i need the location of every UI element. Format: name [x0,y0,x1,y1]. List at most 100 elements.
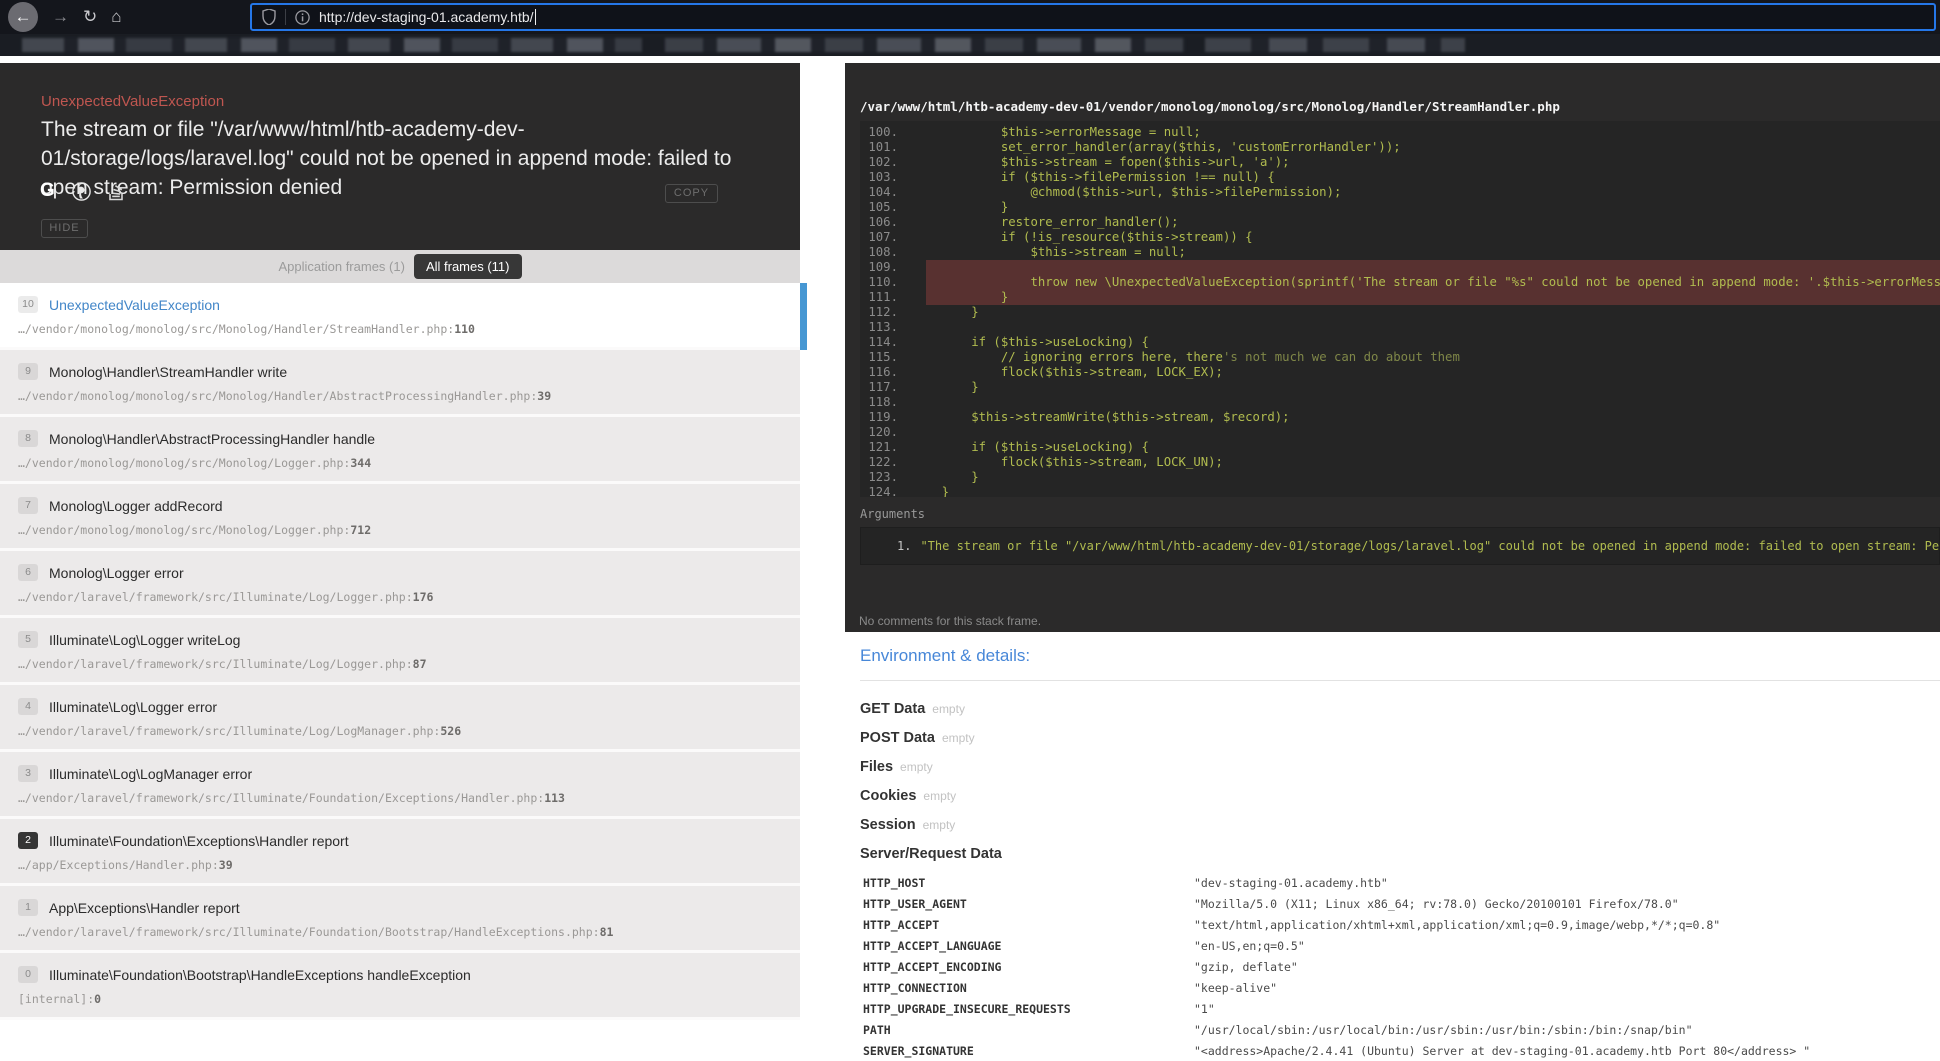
code-line: 103. if ($this->filePermission !== null)… [860,170,1940,185]
blurred-bookmarks [665,38,1185,52]
environment-row-empty: empty [942,731,975,745]
frame-number-badge: 9 [18,363,38,380]
frame-title: App\Exceptions\Handler report [49,900,240,916]
exception-class: UnexpectedValueException [41,93,224,110]
frame-number-badge: 1 [18,899,38,916]
frame-line-number: 81 [600,925,614,939]
frame-number-badge: 10 [18,296,38,313]
code-line: 114. if ($this->useLocking) { [860,335,1940,350]
stack-frame-row[interactable]: 9 Monolog\Handler\StreamHandler write …/… [0,350,800,417]
tab-all-frames[interactable]: All frames (11) [414,254,522,279]
home-button[interactable]: ⌂ [111,7,121,27]
code-line: 113. [860,320,1940,335]
tab-application-frames[interactable]: Application frames (1) [278,259,404,274]
frame-path-text: …/vendor/monolog/monolog/src/Monolog/Han… [18,389,537,403]
url-input[interactable]: http://dev-staging-01.academy.htb/ [319,9,534,25]
site-info-icon[interactable] [295,10,310,25]
browser-toolbar: ← → ↻ ⌂ http://dev-staging-01.academy.ht… [0,0,1940,34]
code-line: 111. } [860,290,1940,305]
server-data-value: "dev-staging-01.academy.htb" [1194,876,1388,890]
server-data-row: HTTP_ACCEPT_LANGUAGE "en-US,en;q=0.5" [860,935,1940,956]
environment-row-label: Session [860,817,916,833]
frame-file-path: …/vendor/laravel/framework/src/Illuminat… [18,590,782,604]
line-number: 104. [860,185,912,200]
frame-path-text: …/vendor/laravel/framework/src/Illuminat… [18,925,600,939]
code-line: 123. } [860,470,1940,485]
frame-line-number: 87 [413,657,427,671]
environment-details-link[interactable]: Environment & details: [860,646,1030,666]
code-line: 109. [860,260,1940,275]
line-number: 103. [860,170,912,185]
server-data-value: "en-US,en;q=0.5" [1194,939,1305,953]
whoops-error-page: UnexpectedValueException The stream or f… [0,56,1940,1056]
code-line: 116. flock($this->stream, LOCK_EX); [860,365,1940,380]
server-data-key: HTTP_HOST [860,876,1194,890]
frames-tab-bar: Application frames (1) All frames (11) [0,250,800,283]
source-file-path: /var/www/html/htb-academy-dev-01/vendor/… [860,99,1560,114]
stack-frame-row[interactable]: 8 Monolog\Handler\AbstractProcessingHand… [0,417,800,484]
stack-frame-row[interactable]: 10 UnexpectedValueException …/vendor/mon… [0,283,800,350]
code-line: 107. if (!is_resource($this->stream)) { [860,230,1940,245]
server-data-key: HTTP_ACCEPT_ENCODING [860,960,1194,974]
shield-icon[interactable] [262,9,276,25]
frame-title: UnexpectedValueException [49,297,220,313]
duckduckgo-search-icon[interactable] [72,182,91,201]
divider [860,680,1940,681]
reload-button[interactable]: ↻ [83,7,97,27]
back-icon: ← [15,7,32,27]
code-line: 106. restore_error_handler(); [860,215,1940,230]
stack-frame-row[interactable]: 4 Illuminate\Log\Logger error …/vendor/l… [0,685,800,752]
stack-frame-row[interactable]: 5 Illuminate\Log\Logger writeLog …/vendo… [0,618,800,685]
stack-frame-row[interactable]: 1 App\Exceptions\Handler report …/vendor… [0,886,800,953]
server-data-value: "text/html,application/xhtml+xml,applica… [1194,918,1720,932]
frame-title: Illuminate\Log\Logger error [49,699,217,715]
code-viewer[interactable]: 100. $this->errorMessage = null; 101. se… [860,121,1940,497]
stack-frame-row[interactable]: 2 Illuminate\Foundation\Exceptions\Handl… [0,819,800,886]
frame-path-text: …/vendor/laravel/framework/src/Illuminat… [18,657,413,671]
code-line: 115. // ignoring errors here, there's no… [860,350,1940,365]
frame-line-number: 344 [350,456,371,470]
line-number: 124. [860,485,912,497]
line-code: if (!is_resource($this->stream)) { [912,230,1253,245]
environment-list: GET Data empty POST Data empty Files emp… [860,694,1940,868]
google-search-icon[interactable]: G [40,180,55,202]
stack-frame-row[interactable]: 6 Monolog\Logger error …/vendor/laravel/… [0,551,800,618]
text-caret [535,9,536,25]
server-data-key: HTTP_USER_AGENT [860,897,1194,911]
frame-title: Illuminate\Log\Logger writeLog [49,632,240,648]
line-number: 114. [860,335,912,350]
details-panel: /var/www/html/htb-academy-dev-01/vendor/… [845,63,1940,1056]
frame-number-badge: 2 [18,832,38,849]
frame-title: Illuminate\Foundation\Exceptions\Handler… [49,833,349,849]
server-data-key: HTTP_ACCEPT [860,918,1194,932]
back-button[interactable]: ← [8,2,38,32]
server-data-key: HTTP_UPGRADE_INSECURE_REQUESTS [860,1002,1194,1016]
stackoverflow-search-icon[interactable] [108,182,125,201]
no-comments-note: No comments for this stack frame. [859,614,1041,628]
blurred-bookmarks [22,38,642,52]
frame-file-path: …/vendor/laravel/framework/src/Illuminat… [18,657,782,671]
line-number: 112. [860,305,912,320]
copy-button[interactable]: COPY [665,184,718,203]
stack-frame-row[interactable]: 7 Monolog\Logger addRecord …/vendor/mono… [0,484,800,551]
stack-frame-row[interactable]: 3 Illuminate\Log\LogManager error …/vend… [0,752,800,819]
server-data-row: SERVER_SIGNATURE "<address>Apache/2.4.41… [860,1040,1940,1061]
line-code: } [912,470,979,485]
environment-row-empty: empty [900,760,933,774]
stack-panel: UnexpectedValueException The stream or f… [0,63,807,1056]
line-code: if ($this->useLocking) { [912,335,1149,350]
url-bar[interactable]: http://dev-staging-01.academy.htb/ [250,3,1936,31]
hide-button[interactable]: HIDE [41,219,88,238]
environment-row-empty: empty [923,789,956,803]
stack-frame-row[interactable]: 0 Illuminate\Foundation\Bootstrap\Handle… [0,953,800,1020]
frame-line-number: 39 [219,858,233,872]
frame-path-text: …/vendor/laravel/framework/src/Illuminat… [18,724,440,738]
environment-row-empty: empty [923,818,956,832]
frame-path-text: …/vendor/laravel/framework/src/Illuminat… [18,791,544,805]
line-number: 121. [860,440,912,455]
forward-button[interactable]: → [52,7,69,27]
stack-frames-list: 10 UnexpectedValueException …/vendor/mon… [0,283,807,1056]
frame-number-badge: 7 [18,497,38,514]
line-code: throw new \UnexpectedValueException(spri… [912,275,1940,290]
frame-line-number: 113 [544,791,565,805]
